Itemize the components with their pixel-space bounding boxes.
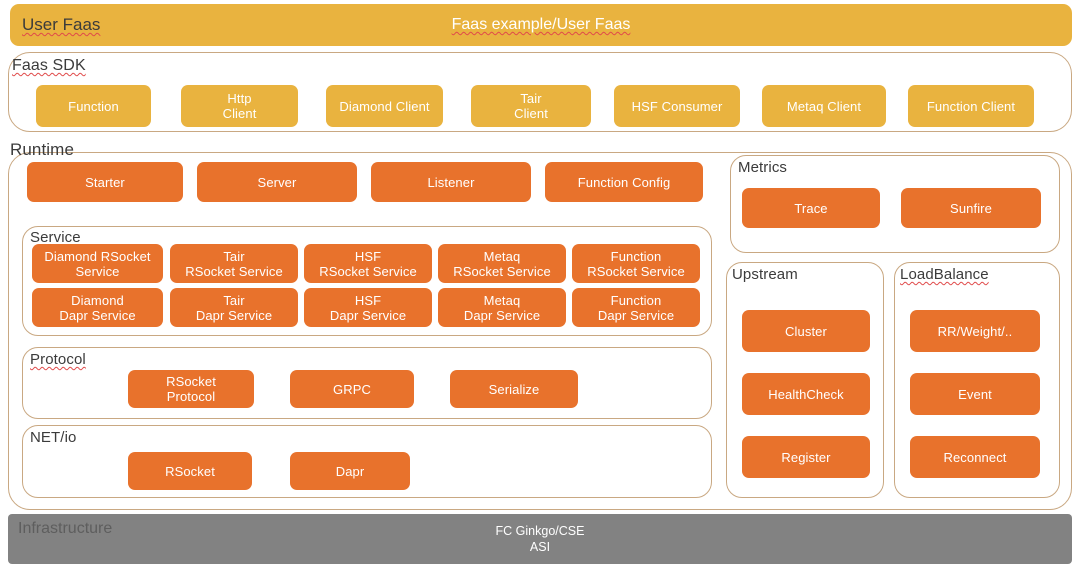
sdk-chip-metaq-client[interactable]: Metaq Client xyxy=(762,85,886,127)
sdk-chip-tair-client[interactable]: Tair Client xyxy=(471,85,591,127)
metrics-chip-trace[interactable]: Trace xyxy=(742,188,880,228)
runtime-chip-listener[interactable]: Listener xyxy=(371,162,531,202)
service-chip-metaq-dapr[interactable]: Metaq Dapr Service xyxy=(438,288,566,327)
service-chip-diamond-rsocket[interactable]: Diamond RSocket Service xyxy=(32,244,163,283)
runtime-chip-starter[interactable]: Starter xyxy=(27,162,183,202)
service-chip-function-rsocket[interactable]: Function RSocket Service xyxy=(572,244,700,283)
sdk-chip-diamond-client[interactable]: Diamond Client xyxy=(326,85,443,127)
faas-example-label: Faas example/User Faas xyxy=(451,16,631,33)
runtime-chip-function-config[interactable]: Function Config xyxy=(545,162,703,202)
loadbalance-label: LoadBalance xyxy=(900,266,989,283)
user-faas-header-bar: User Faas Faas example/User Faas xyxy=(10,4,1072,46)
upstream-chip-cluster[interactable]: Cluster xyxy=(742,310,870,352)
service-chip-tair-dapr[interactable]: Tair Dapr Service xyxy=(170,288,298,327)
service-chip-hsf-rsocket[interactable]: HSF RSocket Service xyxy=(304,244,432,283)
service-chip-tair-rsocket[interactable]: Tair RSocket Service xyxy=(170,244,298,283)
netio-label: NET/io xyxy=(30,429,77,446)
protocol-chip-serialize[interactable]: Serialize xyxy=(450,370,578,408)
architecture-diagram: User Faas Faas example/User Faas Faas SD… xyxy=(0,0,1080,569)
service-label: Service xyxy=(30,229,81,246)
loadbalance-chip-rr-weight[interactable]: RR/Weight/.. xyxy=(910,310,1040,352)
service-chip-function-dapr[interactable]: Function Dapr Service xyxy=(572,288,700,327)
service-chip-hsf-dapr[interactable]: HSF Dapr Service xyxy=(304,288,432,327)
loadbalance-chip-event[interactable]: Event xyxy=(910,373,1040,415)
sdk-chip-function[interactable]: Function xyxy=(36,85,151,127)
infrastructure-bar: Infrastructure FC Ginkgo/CSE ASI xyxy=(8,514,1072,564)
protocol-chip-grpc[interactable]: GRPC xyxy=(290,370,414,408)
sdk-chip-hsf-consumer[interactable]: HSF Consumer xyxy=(614,85,740,127)
sdk-chip-http-client[interactable]: Http Client xyxy=(181,85,298,127)
netio-chip-rsocket[interactable]: RSocket xyxy=(128,452,252,490)
netio-chip-dapr[interactable]: Dapr xyxy=(290,452,410,490)
protocol-chip-rsocket-protocol[interactable]: RSocket Protocol xyxy=(128,370,254,408)
upstream-chip-healthcheck[interactable]: HealthCheck xyxy=(742,373,870,415)
faas-sdk-label: Faas SDK xyxy=(12,57,86,74)
metrics-label: Metrics xyxy=(738,159,788,176)
protocol-label: Protocol xyxy=(30,351,86,368)
upstream-chip-register[interactable]: Register xyxy=(742,436,870,478)
upstream-label: Upstream xyxy=(732,266,798,283)
loadbalance-chip-reconnect[interactable]: Reconnect xyxy=(910,436,1040,478)
infrastructure-center-label: FC Ginkgo/CSE ASI xyxy=(495,524,585,554)
runtime-label: Runtime xyxy=(10,140,75,159)
sdk-chip-function-client[interactable]: Function Client xyxy=(908,85,1034,127)
service-chip-diamond-dapr[interactable]: Diamond Dapr Service xyxy=(32,288,163,327)
service-chip-metaq-rsocket[interactable]: Metaq RSocket Service xyxy=(438,244,566,283)
runtime-chip-server[interactable]: Server xyxy=(197,162,357,202)
metrics-chip-sunfire[interactable]: Sunfire xyxy=(901,188,1041,228)
